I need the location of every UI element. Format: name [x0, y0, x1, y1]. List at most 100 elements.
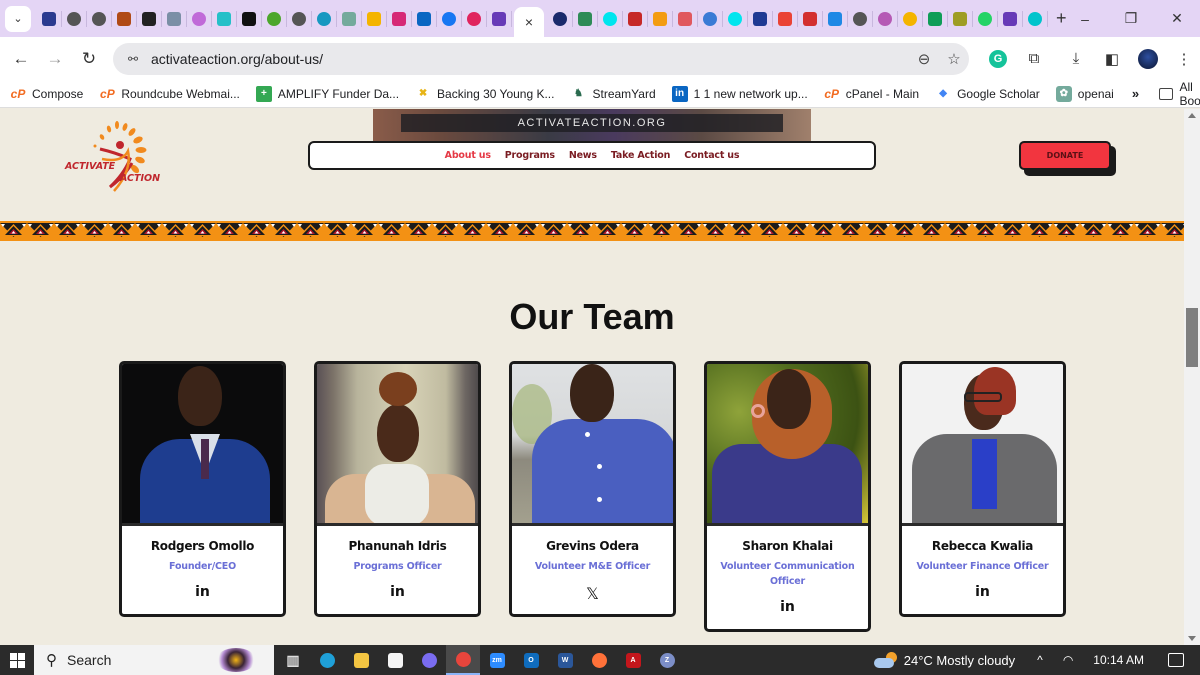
- donate-button[interactable]: DONATE: [1019, 141, 1111, 170]
- bookmark-item[interactable]: cP Compose: [10, 86, 84, 102]
- tab-search-button[interactable]: ⌄: [5, 5, 31, 32]
- bookmark-item[interactable]: ♞ StreamYard: [570, 86, 656, 102]
- browser-tab[interactable]: [978, 10, 998, 27]
- taskbar-app-word[interactable]: W: [548, 645, 582, 675]
- back-button[interactable]: ←: [4, 42, 38, 76]
- browser-tab[interactable]: [492, 10, 512, 27]
- more-bookmarks-button[interactable]: »: [1132, 86, 1139, 101]
- taskbar-app-microsoft-store[interactable]: [378, 645, 412, 675]
- taskbar-search[interactable]: ⚲ Search: [34, 645, 274, 675]
- nav-link-contact-us[interactable]: Contact us: [684, 150, 739, 161]
- linkedin-icon[interactable]: in: [321, 584, 474, 602]
- site-info-icon[interactable]: ⚯: [119, 52, 147, 66]
- browser-tab[interactable]: [553, 10, 573, 27]
- browser-tab[interactable]: [367, 10, 387, 27]
- browser-tab[interactable]: [167, 10, 187, 27]
- reload-button[interactable]: ↻: [72, 42, 106, 76]
- taskbar-app-chrome[interactable]: [446, 645, 480, 675]
- taskbar-app-task-view[interactable]: ▥: [276, 645, 310, 675]
- browser-tab[interactable]: [142, 10, 162, 27]
- nav-link-news[interactable]: News: [569, 150, 597, 161]
- nav-link-about-us[interactable]: About us: [445, 150, 491, 161]
- taskbar-app-outlook[interactable]: O: [514, 645, 548, 675]
- browser-tab[interactable]: [392, 10, 412, 27]
- grammarly-extension[interactable]: G: [980, 37, 1016, 80]
- bookmark-item[interactable]: + AMPLIFY Funder Da...: [255, 85, 399, 102]
- browser-tab[interactable]: [678, 10, 698, 27]
- menu-button[interactable]: ⋮: [1166, 37, 1200, 80]
- browser-tab[interactable]: [67, 10, 87, 27]
- browser-tab[interactable]: [467, 10, 487, 27]
- wifi-icon[interactable]: ◠: [1063, 653, 1073, 667]
- scrollbar-thumb[interactable]: [1186, 308, 1198, 367]
- star-bookmark-icon[interactable]: ☆: [939, 50, 969, 68]
- taskbar-app-zoom[interactable]: zm: [480, 645, 514, 675]
- minimize-button[interactable]: –: [1062, 0, 1108, 37]
- close-tab-icon[interactable]: ×: [525, 14, 533, 30]
- browser-tab[interactable]: [828, 10, 848, 27]
- zoom-icon[interactable]: ⊖: [909, 50, 939, 68]
- scroll-down-icon[interactable]: [1188, 636, 1196, 641]
- bookmark-item[interactable]: in 1 1 new network up...: [671, 85, 808, 102]
- bookmark-item[interactable]: cP Roundcube Webmai...: [99, 86, 240, 102]
- taskbar-app-copilot[interactable]: [412, 645, 446, 675]
- bookmark-item[interactable]: ◆ Google Scholar: [935, 86, 1040, 102]
- browser-tab[interactable]: [903, 10, 923, 27]
- browser-tab[interactable]: [117, 10, 137, 27]
- browser-tab[interactable]: [878, 10, 898, 27]
- weather-text[interactable]: 24°C Mostly cloudy: [904, 653, 1015, 668]
- browser-tab[interactable]: [242, 10, 262, 27]
- taskbar-app-zoom-client[interactable]: Z: [650, 645, 684, 675]
- active-tab[interactable]: ×: [514, 7, 544, 37]
- close-window-button[interactable]: ✕: [1154, 0, 1200, 37]
- linkedin-icon[interactable]: in: [906, 584, 1059, 602]
- side-panel-button[interactable]: ◧: [1094, 37, 1130, 80]
- bookmark-item[interactable]: ✖ Backing 30 Young K...: [415, 86, 555, 102]
- browser-tab[interactable]: [317, 10, 337, 27]
- bookmark-item[interactable]: cP cPanel - Main: [824, 86, 919, 102]
- notifications-icon[interactable]: [1168, 653, 1184, 667]
- extensions-button[interactable]: ⧉: [1016, 37, 1052, 80]
- taskbar-app-acrobat[interactable]: A: [616, 645, 650, 675]
- downloads-button[interactable]: ⤓: [1058, 37, 1094, 80]
- weather-cloud-icon[interactable]: [873, 652, 898, 668]
- browser-tab[interactable]: [653, 10, 673, 27]
- browser-tab[interactable]: [42, 10, 62, 27]
- nav-link-programs[interactable]: Programs: [505, 150, 555, 161]
- scroll-up-icon[interactable]: [1188, 113, 1196, 118]
- page-scrollbar[interactable]: [1184, 109, 1200, 645]
- linkedin-icon[interactable]: in: [711, 599, 864, 617]
- browser-tab[interactable]: [928, 10, 948, 27]
- browser-tab[interactable]: [192, 10, 212, 27]
- browser-tab[interactable]: [953, 10, 973, 27]
- browser-tab[interactable]: [417, 10, 437, 27]
- browser-tab[interactable]: [803, 10, 823, 27]
- browser-tab[interactable]: [703, 10, 723, 27]
- tray-chevron-icon[interactable]: ^: [1037, 653, 1043, 667]
- browser-tab[interactable]: [1028, 10, 1048, 27]
- taskbar-app-firefox[interactable]: [582, 645, 616, 675]
- browser-tab[interactable]: [853, 10, 873, 27]
- activate-action-logo[interactable]: ACTIVATE ACTION: [62, 119, 172, 194]
- address-bar[interactable]: ⚯ activateaction.org/about-us/ ⊖ ☆: [113, 43, 969, 75]
- browser-tab[interactable]: [1003, 10, 1023, 27]
- browser-tab[interactable]: [628, 10, 648, 27]
- taskbar-app-edge[interactable]: [310, 645, 344, 675]
- browser-tab[interactable]: [753, 10, 773, 27]
- clock-time[interactable]: 10:14 AM: [1093, 653, 1144, 667]
- forward-button[interactable]: →: [38, 42, 72, 76]
- x-twitter-icon[interactable]: 𝕏: [516, 584, 669, 603]
- browser-tab[interactable]: [217, 10, 237, 27]
- browser-tab[interactable]: [728, 10, 748, 27]
- nav-link-take-action[interactable]: Take Action: [611, 150, 671, 161]
- taskbar-app-file-explorer[interactable]: [344, 645, 378, 675]
- bookmark-item[interactable]: ✿ openai: [1055, 85, 1114, 102]
- all-bookmarks-button[interactable]: All Bookmarks: [1159, 80, 1200, 108]
- profile-button[interactable]: [1130, 37, 1166, 80]
- start-button[interactable]: [0, 645, 34, 675]
- browser-tab[interactable]: [92, 10, 112, 27]
- browser-tab[interactable]: [342, 10, 362, 27]
- browser-tab[interactable]: [442, 10, 462, 27]
- url-text[interactable]: activateaction.org/about-us/: [151, 51, 909, 67]
- restore-button[interactable]: ❐: [1108, 0, 1154, 37]
